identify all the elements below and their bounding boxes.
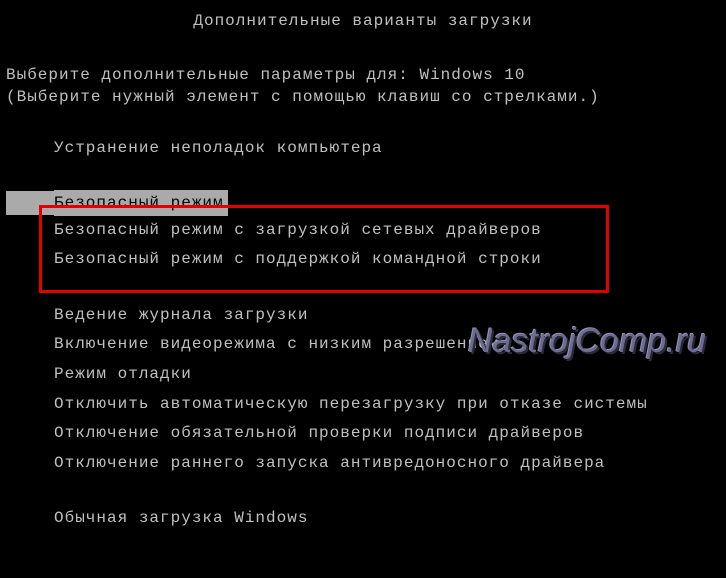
prompt-line: Выберите дополнительные параметры для: W… — [6, 66, 726, 84]
menu-item-safe-mode[interactable]: Безопасный режим — [6, 190, 726, 216]
prompt-prefix: Выберите дополнительные параметры для: — [6, 66, 419, 84]
page-title: Дополнительные варианты загрузки — [0, 0, 726, 42]
menu-item-low-res-video[interactable]: Включение видеорежима с низким разрешени… — [6, 330, 726, 360]
boot-options-menu[interactable]: Устранение неполадок компьютера Безопасн… — [6, 134, 726, 534]
menu-item-boot-logging[interactable]: Ведение журнала загрузки — [6, 301, 726, 331]
menu-item-safe-mode-command[interactable]: Безопасный режим с поддержкой командной … — [6, 245, 726, 275]
boot-menu-content: Выберите дополнительные параметры для: W… — [0, 66, 726, 534]
menu-item-repair[interactable]: Устранение неполадок компьютера — [6, 134, 726, 164]
menu-item-disable-antimalware[interactable]: Отключение раннего запуска антивредоносн… — [6, 449, 726, 479]
menu-item-disable-auto-restart[interactable]: Отключить автоматическую перезагрузку пр… — [6, 390, 726, 420]
menu-item-disable-driver-sig[interactable]: Отключение обязательной проверки подписи… — [6, 419, 726, 449]
menu-item-normal-boot[interactable]: Обычная загрузка Windows — [6, 504, 726, 534]
menu-item-safe-mode-networking[interactable]: Безопасный режим с загрузкой сетевых дра… — [6, 216, 726, 246]
instruction-line: (Выберите нужный элемент с помощью клави… — [6, 88, 726, 106]
menu-item-label: Безопасный режим — [54, 190, 228, 216]
selection-highlight — [6, 191, 54, 215]
prompt-os: Windows 10 — [419, 66, 525, 84]
menu-item-debug-mode[interactable]: Режим отладки — [6, 360, 726, 390]
